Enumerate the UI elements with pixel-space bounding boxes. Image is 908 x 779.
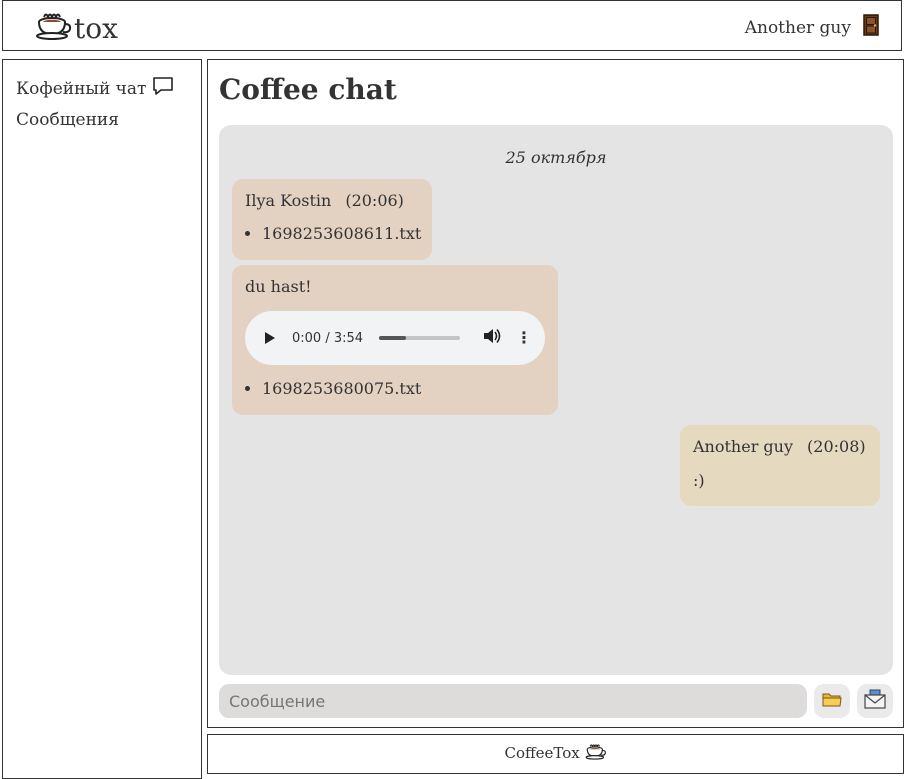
play-icon[interactable] <box>265 332 275 344</box>
send-button[interactable] <box>857 684 893 718</box>
message-time: (20:08) <box>807 437 866 456</box>
message-composer <box>219 684 893 718</box>
volume-icon[interactable] <box>483 328 501 348</box>
audio-player[interactable]: 0:00 / 3:54 ⋮ <box>245 311 545 365</box>
audio-progress-fill <box>379 336 406 340</box>
attachment-list: 1698253608611.txt <box>245 224 421 243</box>
message-bubble-outgoing: Another guy (20:08) :) <box>680 425 880 506</box>
speech-bubble-icon <box>152 76 174 101</box>
sidebar-item-messages[interactable]: Сообщения <box>16 110 119 130</box>
message-input[interactable] <box>219 684 807 718</box>
file-attachment-link[interactable]: 1698253680075.txt <box>262 379 545 398</box>
message-author: Ilya Kostin <box>245 191 332 210</box>
door-icon[interactable] <box>863 14 879 41</box>
app-footer: CoffeeTox <box>207 734 904 774</box>
message-header: Another guy (20:08) <box>693 437 867 456</box>
page-title: Coffee chat <box>219 73 397 106</box>
envelope-icon <box>864 689 886 713</box>
audio-progress-track[interactable] <box>379 336 461 340</box>
date-separator: 25 октября <box>505 148 607 167</box>
user-area: Another guy <box>745 14 879 41</box>
audio-time: 0:00 / 3:54 <box>292 330 364 346</box>
message-time: (20:06) <box>345 191 404 210</box>
main-panel: Coffee chat 25 октября Ilya Kostin (20:0… <box>207 59 904 728</box>
message-header: Ilya Kostin (20:06) <box>245 191 419 210</box>
footer-text: CoffeeTox <box>504 744 580 762</box>
current-user-name: Another guy <box>744 17 851 38</box>
coffee-cup-icon <box>35 9 73 48</box>
message-bubble-incoming: du hast! 0:00 / 3:54 ⋮ 1698253680075.txt <box>232 265 558 415</box>
sidebar-item-coffee-chat[interactable]: Кофейный чат <box>16 76 174 101</box>
attach-file-button[interactable] <box>814 684 850 718</box>
coffee-cup-icon <box>585 744 607 765</box>
app-header: tox Another guy <box>2 0 902 51</box>
sidebar: Кофейный чат Сообщения <box>2 59 202 779</box>
message-text: :) <box>693 471 705 490</box>
folder-icon <box>822 691 842 711</box>
sidebar-item-label: Сообщения <box>16 110 119 130</box>
attachment-list: 1698253680075.txt <box>245 379 545 398</box>
file-attachment-link[interactable]: 1698253608611.txt <box>262 224 421 243</box>
logo-text: tox <box>74 12 118 45</box>
message-text: du hast! <box>245 277 312 296</box>
message-author: Another guy <box>693 437 794 456</box>
more-options-icon[interactable]: ⋮ <box>516 330 532 346</box>
sidebar-item-label: Кофейный чат <box>16 78 147 99</box>
chat-messages-area[interactable]: 25 октября Ilya Kostin (20:06) 169825360… <box>219 125 893 675</box>
message-bubble-incoming: Ilya Kostin (20:06) 1698253608611.txt <box>232 179 432 260</box>
app-logo[interactable]: tox <box>35 9 118 48</box>
